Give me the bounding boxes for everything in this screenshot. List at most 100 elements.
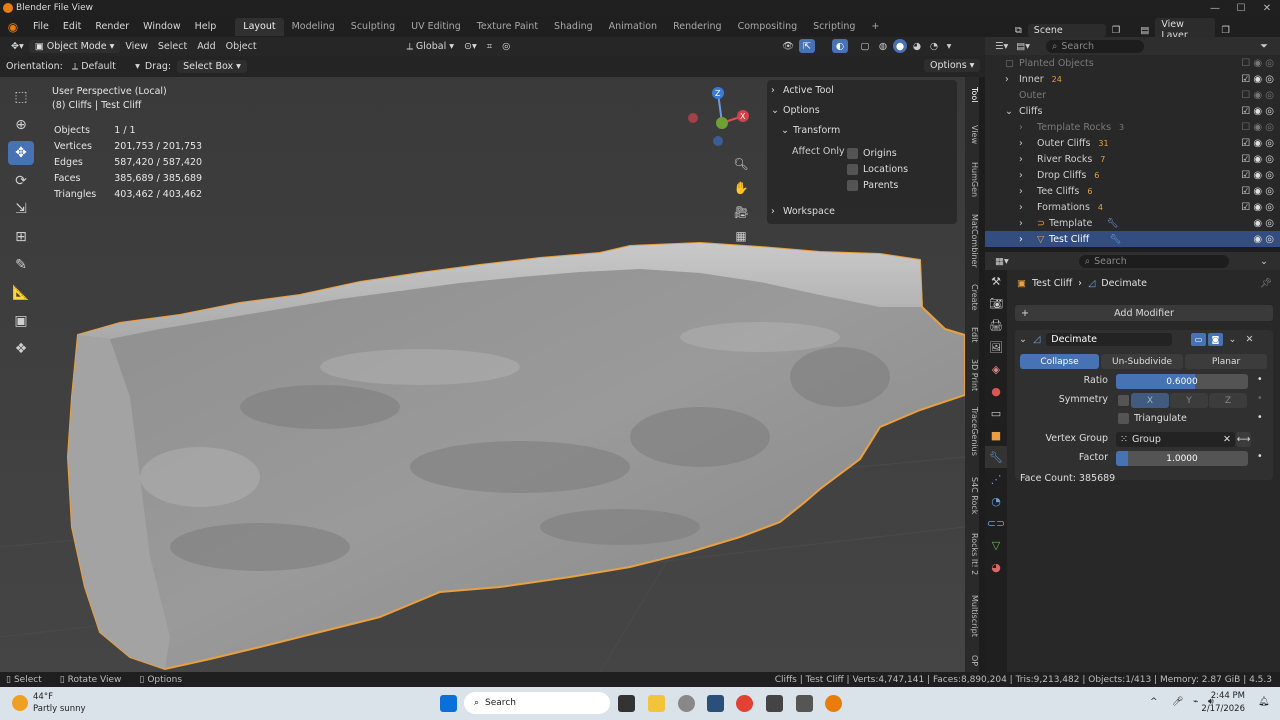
- camera-view-icon[interactable]: 🎥︎: [731, 200, 751, 224]
- properties-search[interactable]: ⌕ Search: [1078, 254, 1229, 268]
- modifier-menu-icon[interactable]: ⌄: [1225, 333, 1240, 346]
- mode-collapse[interactable]: Collapse: [1020, 354, 1099, 369]
- network-icon[interactable]: ⌁: [1193, 697, 1198, 707]
- options-header[interactable]: ⌄ Options: [771, 102, 951, 118]
- vscode-icon[interactable]: [796, 695, 813, 712]
- origins-checkbox[interactable]: Origins: [847, 145, 897, 161]
- row-visibility-icons[interactable]: ☑ ◉ ◎: [1241, 74, 1274, 85]
- clear-icon[interactable]: ✕: [1223, 434, 1231, 445]
- drag-dropdown[interactable]: Select Box ▾: [177, 60, 247, 73]
- row-visibility-icons[interactable]: ◉ ◎: [1253, 218, 1274, 229]
- new-scene-icon[interactable]: ❐: [1112, 25, 1121, 36]
- outliner-row[interactable]: Outer ☐ ◉ ◎: [985, 87, 1280, 103]
- transform-tool-icon[interactable]: ⊞: [8, 225, 34, 249]
- overlays-icon[interactable]: ◐: [832, 39, 848, 53]
- workspace-header[interactable]: › Workspace: [771, 203, 951, 219]
- scale-tool-icon[interactable]: ⇲: [8, 197, 34, 221]
- rotate-tool-icon[interactable]: ⟳: [8, 169, 34, 193]
- minimize-icon[interactable]: —: [1202, 0, 1228, 16]
- ntab-multiscript[interactable]: Multiscript: [965, 595, 979, 637]
- view-layer-tab-icon[interactable]: 🖼︎: [985, 336, 1007, 358]
- task-view-icon[interactable]: [618, 695, 635, 712]
- perspective-grid-icon[interactable]: ▦: [731, 224, 751, 248]
- particles-tab-icon[interactable]: ⋰: [985, 468, 1007, 490]
- keyframe-dot-icon[interactable]: •: [1257, 393, 1263, 404]
- symmetry-checkbox[interactable]: [1118, 395, 1129, 406]
- tab-uv-editing[interactable]: UV Editing: [403, 18, 469, 36]
- invert-icon[interactable]: ⟷: [1236, 432, 1251, 447]
- object-tab-icon[interactable]: ■: [985, 424, 1007, 446]
- render-tab-icon[interactable]: 📷︎: [985, 292, 1007, 314]
- close-icon[interactable]: ✕: [1242, 333, 1257, 346]
- axis-z[interactable]: Z: [1209, 393, 1247, 408]
- axis-x[interactable]: X: [1131, 393, 1169, 408]
- scene-field[interactable]: Scene: [1027, 23, 1106, 37]
- show-viewport-icon[interactable]: ▭: [1191, 333, 1206, 346]
- properties-editor-icon[interactable]: ▦▾: [995, 256, 1009, 267]
- menu-render[interactable]: Render: [88, 21, 136, 32]
- menu-file[interactable]: File: [26, 21, 56, 32]
- orientation-dropdown[interactable]: ⟂ Global ▾: [402, 41, 459, 52]
- chrome-icon[interactable]: [736, 695, 753, 712]
- visibility-icon[interactable]: 👁: [780, 41, 796, 52]
- tab-animation[interactable]: Animation: [601, 18, 665, 36]
- world-tab-icon[interactable]: ●: [985, 380, 1007, 402]
- display-mode-icon[interactable]: ▤▾: [1016, 41, 1030, 52]
- new-view-layer-icon[interactable]: ❐: [1221, 25, 1230, 36]
- outliner-row[interactable]: › Outer Cliffs 31 ☑ ◉ ◎: [985, 135, 1280, 151]
- ntab-edit[interactable]: Edit: [965, 327, 979, 343]
- tab-compositing[interactable]: Compositing: [730, 18, 806, 36]
- outliner-row[interactable]: ▢ Planted Objects ☐ ◉ ◎: [985, 55, 1280, 71]
- menu-object[interactable]: Object: [221, 41, 262, 52]
- pin-icon[interactable]: 📌︎: [1260, 278, 1272, 289]
- gizmo-icon[interactable]: ⇱: [799, 39, 815, 53]
- modifier-tab-icon[interactable]: 🔧︎: [985, 446, 1007, 468]
- scene-tab-icon[interactable]: ◈: [985, 358, 1007, 380]
- select-tool-icon[interactable]: ⬚: [8, 85, 34, 109]
- outliner-row[interactable]: › Inner 24 ☑ ◉ ◎: [985, 71, 1280, 87]
- outliner-row[interactable]: › ⊃ Template 🔧︎ ◉ ◎: [985, 215, 1280, 231]
- row-visibility-icons[interactable]: ☑ ◉ ◎: [1241, 186, 1274, 197]
- tab-layout[interactable]: Layout: [235, 17, 284, 36]
- locations-checkbox[interactable]: Locations: [847, 161, 908, 177]
- keyframe-dot-icon[interactable]: •: [1257, 451, 1263, 462]
- row-visibility-icons[interactable]: ☐ ◉ ◎: [1241, 58, 1274, 69]
- orientation-value-dropdown[interactable]: ⟂ Default ▾: [67, 61, 145, 72]
- outliner-row[interactable]: › Template Rocks 3 ☐ ◉ ◎: [985, 119, 1280, 135]
- ntab-tool[interactable]: Tool: [965, 87, 979, 103]
- tab-shading[interactable]: Shading: [546, 18, 601, 36]
- menu-window[interactable]: Window: [136, 21, 187, 32]
- collection-tab-icon[interactable]: ▭: [985, 402, 1007, 424]
- tool-tab-icon[interactable]: ⚒: [985, 270, 1007, 292]
- editor-type-icon[interactable]: ✥▾: [6, 41, 29, 52]
- constraints-tab-icon[interactable]: ⊂⊃: [985, 512, 1007, 534]
- annotate-tool-icon[interactable]: ✎: [8, 253, 34, 277]
- ntab-tracegenius[interactable]: TraceGenius: [965, 407, 979, 456]
- outliner-row[interactable]: ⌄ Cliffs ☑ ◉ ◎: [985, 103, 1280, 119]
- ratio-slider[interactable]: 0.6000: [1116, 374, 1248, 389]
- cursor-tool-icon[interactable]: ⊕: [8, 113, 34, 137]
- ntab-op[interactable]: OP: [965, 655, 979, 666]
- notifications-icon[interactable]: 🔔︎: [1258, 697, 1269, 707]
- chevron-down-icon[interactable]: ⌄: [1019, 334, 1027, 345]
- mode-dropdown[interactable]: ▣ Object Mode ▾: [28, 40, 121, 53]
- outliner-search[interactable]: ⌕ Search: [1046, 39, 1145, 53]
- ntab-create[interactable]: Create: [965, 284, 979, 311]
- ntab-3dprint[interactable]: 3D Print: [965, 359, 979, 391]
- shading-options-icon[interactable]: ▾: [944, 41, 954, 52]
- row-visibility-icons[interactable]: ☑ ◉ ◎: [1241, 154, 1274, 165]
- add-modifier-button[interactable]: + Add Modifier: [1015, 305, 1273, 321]
- physics-tab-icon[interactable]: ◔: [985, 490, 1007, 512]
- tab-rendering[interactable]: Rendering: [665, 18, 730, 36]
- ntab-rocks-it[interactable]: Rocks It! 2: [965, 533, 979, 575]
- ntab-view[interactable]: View: [965, 125, 979, 144]
- pan-hand-icon[interactable]: ✋: [731, 176, 751, 200]
- solid-shading-icon[interactable]: ●: [893, 39, 907, 53]
- tab-scripting[interactable]: Scripting: [805, 18, 863, 36]
- xray-icon[interactable]: ▢: [857, 41, 873, 52]
- menu-view[interactable]: View: [120, 41, 153, 52]
- weather-icon[interactable]: [12, 695, 28, 711]
- outliner-row[interactable]: › Tee Cliffs 6 ☑ ◉ ◎: [985, 183, 1280, 199]
- row-visibility-icons[interactable]: ☑ ◉ ◎: [1241, 202, 1274, 213]
- options-dropdown[interactable]: Options ▾: [924, 59, 981, 72]
